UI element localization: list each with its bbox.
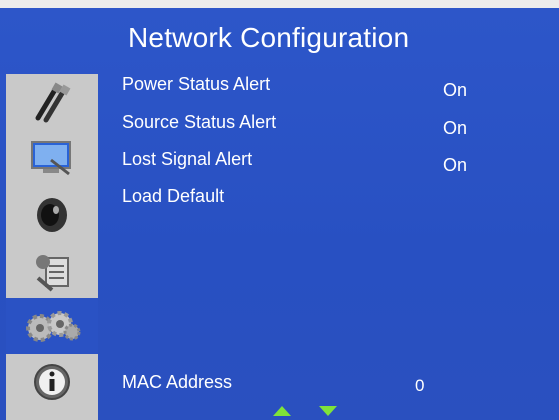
settings-tools-icon (36, 255, 69, 292)
sidebar-item-audio[interactable] (6, 186, 98, 242)
power-status-alert-value[interactable]: On (443, 80, 467, 101)
sidebar-item-info[interactable] (6, 354, 98, 410)
sidebar-item-network[interactable] (6, 298, 98, 354)
cables-icon (35, 82, 71, 123)
sidebar-item-settings[interactable] (6, 242, 98, 298)
sidebar-item-display[interactable] (6, 130, 98, 186)
menu-item-lost-signal-alert[interactable]: Lost Signal Alert (122, 149, 252, 170)
source-status-alert-value[interactable]: On (443, 118, 467, 139)
mac-address-label: MAC Address (122, 372, 233, 392)
page-title: Network Configuration (128, 22, 410, 53)
up-arrow-icon[interactable] (273, 406, 291, 416)
display-icon (31, 141, 71, 176)
lost-signal-alert-value[interactable]: On (443, 155, 467, 176)
down-arrow-icon[interactable] (319, 406, 337, 416)
info-icon (34, 364, 70, 400)
network-gears-icon (26, 311, 81, 342)
mac-address-value: 0 (415, 376, 425, 395)
audio-speaker-icon (37, 198, 67, 232)
menu-item-power-status-alert[interactable]: Power Status Alert (122, 74, 270, 95)
menu-item-source-status-alert[interactable]: Source Status Alert (122, 112, 276, 133)
sidebar-item-cables[interactable] (6, 74, 98, 130)
osd-screen: Network Configuration Power Status Alert… (0, 8, 559, 420)
sidebar (6, 74, 98, 420)
menu-item-load-default[interactable]: Load Default (122, 186, 224, 207)
